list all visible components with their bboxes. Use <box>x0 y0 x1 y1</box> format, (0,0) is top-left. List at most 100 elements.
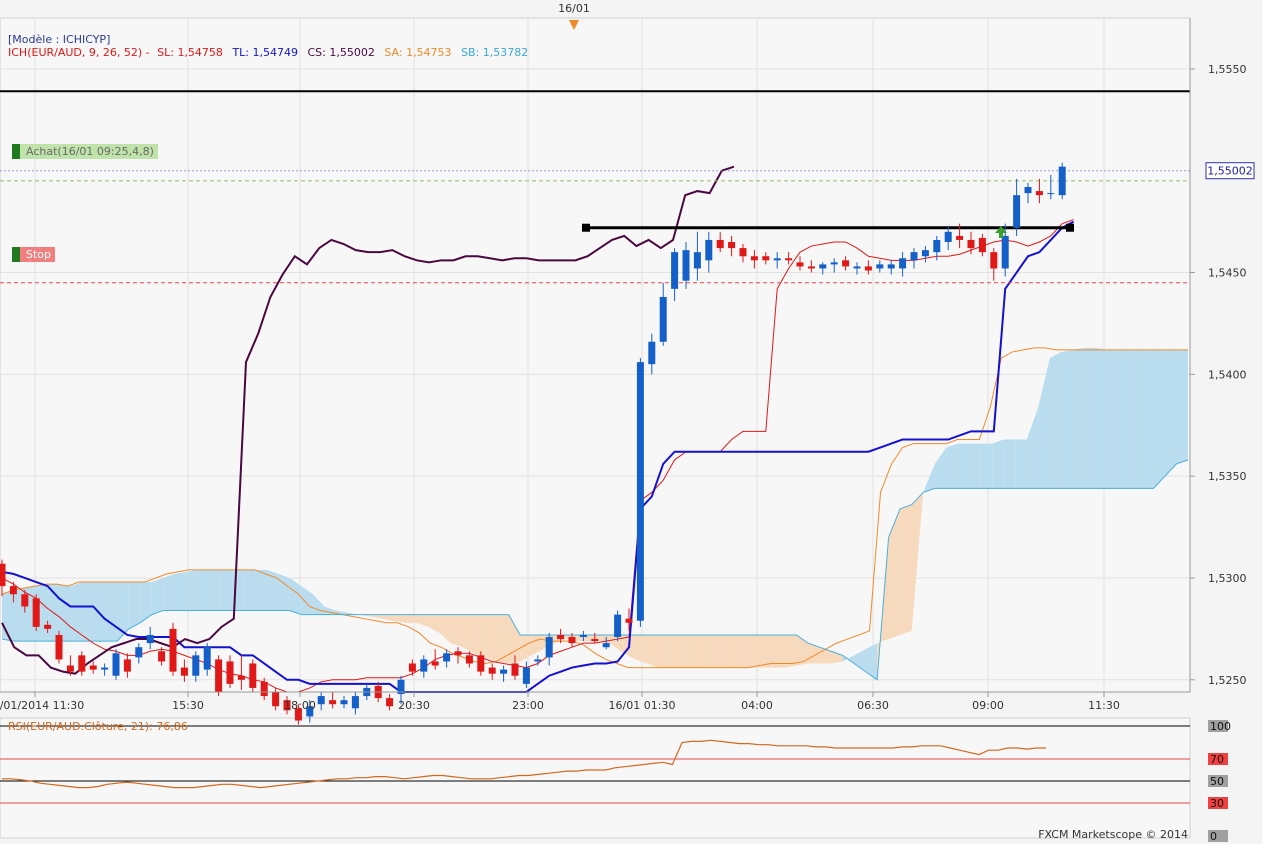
cloud-segment <box>635 634 647 664</box>
candle-body <box>146 634 154 644</box>
candle-body <box>750 256 758 261</box>
cloud-segment <box>266 569 279 611</box>
cloud-segment <box>1084 347 1096 489</box>
candle-body <box>477 655 485 672</box>
cloud-segment <box>405 614 417 623</box>
price-chart[interactable]: 1,5550 1,5450 1,5400 1,5350 1,5300 1,5250 15/0… <box>0 0 1263 844</box>
cloud-segment <box>220 569 233 611</box>
cloud-segment <box>900 504 912 635</box>
cloud-segment <box>1130 349 1142 489</box>
candle-body <box>785 258 793 261</box>
cloud-segment <box>128 582 141 629</box>
ichimoku-legend: ICH(EUR/AUD, 9, 26, 52) - SL: 1,54758 TL… <box>8 46 528 59</box>
time-tick-label: 06:30 <box>857 699 889 712</box>
candle-body <box>1013 195 1021 228</box>
candle-body <box>762 256 770 261</box>
cloud-segment <box>1164 349 1177 477</box>
candle-body <box>9 586 17 595</box>
candle-body <box>237 675 245 680</box>
time-tick-label: 11:30 <box>1088 699 1120 712</box>
candle-body <box>443 653 451 662</box>
legend-sl: SL: 1,54758 <box>157 46 223 59</box>
candle-body <box>32 598 40 627</box>
candle-body <box>614 614 622 638</box>
cloud-segment <box>761 634 774 668</box>
candle-body <box>123 659 131 672</box>
candle-body <box>21 594 29 607</box>
candle-body <box>488 667 496 674</box>
cloud-segment <box>669 634 682 668</box>
cloud-segment <box>151 577 164 615</box>
candle-body <box>351 696 359 709</box>
candle-body <box>648 341 656 365</box>
rsi-tick-label: 100 <box>1210 720 1231 733</box>
candle-body <box>101 667 109 670</box>
legend-sb: SB: 1,53782 <box>461 46 529 59</box>
cloud-segment <box>1141 349 1154 489</box>
stop-order-badge[interactable]: Stop <box>12 247 56 262</box>
candle-body <box>944 231 952 242</box>
cloud-segment <box>727 634 739 668</box>
cloud-segment <box>773 634 785 668</box>
time-tick-label: 18:00 <box>284 699 316 712</box>
candle-body <box>226 661 234 684</box>
cloud-segment <box>704 634 716 668</box>
candle-body <box>990 252 998 269</box>
current-price-label: 1,55002 <box>1207 165 1253 178</box>
cloud-segment <box>1107 349 1119 489</box>
buy-order-marker-icon <box>12 144 20 159</box>
legend-cs: CS: 1,55002 <box>307 46 375 59</box>
legend-tl: TL: 1,54749 <box>232 46 298 59</box>
cloud-segment <box>1049 351 1062 489</box>
candle-body <box>819 264 827 269</box>
cloud-segment <box>1003 439 1016 489</box>
cloud-segment <box>1153 349 1165 489</box>
cloud-segment <box>1176 349 1188 464</box>
candle-body <box>876 264 884 269</box>
time-tick-label: 20:30 <box>398 699 430 712</box>
cloud-segment <box>946 443 958 489</box>
candle-body <box>864 266 872 271</box>
candle-body <box>557 634 565 640</box>
candle-body <box>910 252 918 261</box>
candle-body <box>1024 187 1032 194</box>
cloud-segment <box>174 571 187 611</box>
rsi-tick-label: 50 <box>1210 775 1224 788</box>
candle-body <box>272 692 280 707</box>
candle-body <box>545 637 553 658</box>
candle-body <box>693 252 701 269</box>
candle-body <box>899 258 907 269</box>
cloud-segment <box>462 614 475 654</box>
candle-body <box>215 659 223 692</box>
model-label: [Modèle : ICHICYP] <box>8 33 111 46</box>
cloud-segment <box>1061 349 1073 489</box>
cloud-segment <box>243 569 256 611</box>
price-tick-label: 1,5450 <box>1208 267 1247 280</box>
candle-body <box>1035 191 1043 196</box>
candle-body <box>465 655 473 664</box>
candle-body <box>591 639 599 642</box>
price-tick-label: 1,5250 <box>1208 674 1247 687</box>
cloud-segment <box>163 573 175 611</box>
buy-order-badge[interactable]: Achat(16/01 09:25,4,8) <box>12 144 158 159</box>
cloud-segment <box>957 443 970 489</box>
candle-body <box>386 698 394 707</box>
candle-body <box>705 239 713 261</box>
price-tick-label: 1,5550 <box>1208 63 1247 76</box>
cloud-segment <box>94 582 106 642</box>
candle-body <box>534 659 542 662</box>
stop-order-label: Stop <box>26 248 52 261</box>
candle-body <box>967 239 975 249</box>
trendline-handle-right <box>1066 223 1074 232</box>
time-tick-label: 04:00 <box>741 699 773 712</box>
cloud-segment <box>82 582 95 642</box>
candle-body <box>728 241 736 249</box>
candle-body <box>1001 235 1009 269</box>
cloud-segment <box>715 634 728 668</box>
watermark: FXCM Marketscope © 2014 <box>1038 828 1188 841</box>
candle-body <box>671 252 679 289</box>
cloud-segment <box>980 443 993 489</box>
cloud-segment <box>681 634 693 668</box>
cloud-segment <box>497 614 509 664</box>
cloud-segment <box>105 582 118 642</box>
